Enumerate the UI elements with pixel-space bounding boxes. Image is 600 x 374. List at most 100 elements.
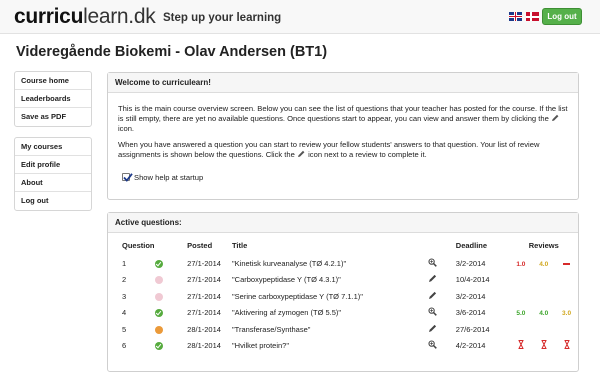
pencil-icon[interactable] xyxy=(428,274,437,285)
review-cell[interactable] xyxy=(510,338,533,355)
question-number: 3 xyxy=(122,291,127,301)
status-cell xyxy=(154,321,188,338)
show-help-checkbox[interactable] xyxy=(122,173,133,182)
table-row[interactable]: 6 28/1-2014 "Hvilket protein?" 4/2-2014 xyxy=(108,338,578,355)
question-title: "Serine carboxypeptidase Y (TØ 7.1.1)" xyxy=(231,291,363,301)
pencil-icon[interactable] xyxy=(428,324,437,335)
welcome-text: icon next to a review to complete it. xyxy=(308,150,427,159)
welcome-text: This is the main course overview screen.… xyxy=(118,104,568,123)
table-row[interactable]: 5 28/1-2014 "Transferase/Synthase" 27/6-201… xyxy=(108,321,578,338)
action-cell xyxy=(428,272,456,289)
review-score[interactable]: 4.0 xyxy=(539,261,548,268)
hourglass-icon[interactable] xyxy=(518,340,524,351)
sidebar-item-my-courses[interactable]: My courses xyxy=(15,138,91,156)
review-cell[interactable] xyxy=(532,338,555,355)
logo[interactable]: curriculearn.dk xyxy=(14,5,156,29)
col-status xyxy=(155,235,188,255)
pencil-icon xyxy=(551,114,560,122)
action-cell xyxy=(428,321,456,338)
question-title: "Aktivering af zymogen (TØ 5.5)" xyxy=(231,308,342,318)
action-cell xyxy=(428,305,456,322)
review-cell[interactable] xyxy=(555,338,578,355)
status-part-icon xyxy=(154,325,163,334)
sidebar-course-nav: Course home Leaderboards Save as PDF xyxy=(14,71,92,127)
col-posted: Posted xyxy=(187,240,213,250)
review-cell[interactable]: 1.0 xyxy=(510,255,533,272)
review-cell xyxy=(510,272,533,289)
table-header-row: Question Posted Title Deadline Reviews xyxy=(108,235,578,255)
sidebar-account-nav: My courses Edit profile About Log out xyxy=(14,137,92,211)
logout-button[interactable]: Log out xyxy=(542,8,582,25)
sidebar-item-edit-profile[interactable]: Edit profile xyxy=(15,156,91,174)
action-cell xyxy=(428,255,456,272)
active-questions-title: Active questions: xyxy=(108,213,578,233)
show-help-label: Show help at startup xyxy=(134,173,204,182)
review-cell xyxy=(532,321,555,338)
sidebar-item-save-as-pdf[interactable]: Save as PDF xyxy=(15,108,91,126)
status-done-icon xyxy=(154,342,163,351)
review-score[interactable]: 3.0 xyxy=(562,310,571,317)
posted-date: 28/1-2014 xyxy=(187,324,221,334)
table-row[interactable]: 1 27/1-2014 "Kinetisk kurveanalyse (TØ 4.2… xyxy=(108,255,578,272)
review-cell[interactable]: 5.0 xyxy=(510,305,533,322)
magnifier-icon[interactable] xyxy=(428,258,437,269)
review-cell xyxy=(555,288,578,305)
table-row[interactable]: 2 27/1-2014 "Carboxypeptidase Y (TØ 4.3.1)… xyxy=(108,272,578,289)
table-row[interactable]: 3 27/1-2014 "Serine carboxypeptidase Y (TØ… xyxy=(108,288,578,305)
review-cell xyxy=(510,321,533,338)
logo-rest: learn.dk xyxy=(83,5,156,28)
status-done-icon xyxy=(154,309,163,318)
welcome-paragraph-2: When you have answered a question you ca… xyxy=(118,140,568,160)
magnifier-icon[interactable] xyxy=(428,307,437,318)
review-score[interactable]: 1.0 xyxy=(516,261,525,268)
welcome-body: This is the main course overview screen.… xyxy=(108,93,578,182)
questions-body: 1 27/1-2014 "Kinetisk kurveanalyse (TØ 4.2… xyxy=(108,255,578,354)
show-help-row: Show help at startup xyxy=(122,173,203,183)
welcome-panel: Welcome to curriculearn! This is the mai… xyxy=(107,72,579,200)
pencil-icon[interactable] xyxy=(428,291,437,302)
status-cell xyxy=(154,272,188,289)
deadline-date: 10/4-2014 xyxy=(455,275,490,285)
posted-date: 27/1-2014 xyxy=(187,258,221,268)
sidebar-item-about[interactable]: About xyxy=(15,174,91,192)
deadline-date: 3/2-2014 xyxy=(455,291,486,301)
col-reviews: Reviews xyxy=(528,240,559,250)
hourglass-icon[interactable] xyxy=(541,340,547,351)
questions-table: Question Posted Title Deadline Reviews 1… xyxy=(108,235,578,354)
flag-uk-icon[interactable] xyxy=(509,12,522,21)
question-title: "Kinetisk kurveanalyse (TØ 4.2.1)" xyxy=(231,258,347,268)
question-number: 4 xyxy=(122,308,127,318)
sidebar-item-log-out[interactable]: Log out xyxy=(15,192,91,210)
question-title: "Hvilket protein?" xyxy=(231,341,289,351)
col-title: Title xyxy=(231,240,248,250)
review-cell xyxy=(555,272,578,289)
top-bar: curriculearn.dk Step up your learning Lo… xyxy=(0,0,600,34)
deadline-date: 27/6-2014 xyxy=(455,324,490,334)
action-cell xyxy=(428,288,456,305)
review-missing-icon xyxy=(563,262,571,265)
welcome-paragraph-1: This is the main course overview screen.… xyxy=(118,104,568,134)
sidebar-item-course-home[interactable]: Course home xyxy=(15,72,91,90)
welcome-text: icon. xyxy=(118,124,135,133)
review-score[interactable]: 4.0 xyxy=(539,310,548,317)
active-questions-panel: Active questions: Question Posted Title … xyxy=(107,212,579,372)
status-cell xyxy=(154,305,188,322)
review-cell[interactable] xyxy=(555,255,578,272)
question-title: "Transferase/Synthase" xyxy=(231,324,311,334)
table-row[interactable]: 4 27/1-2014 "Aktivering af zymogen (TØ 5.5… xyxy=(108,305,578,322)
sidebar-item-leaderboards[interactable]: Leaderboards xyxy=(15,90,91,108)
posted-date: 27/1-2014 xyxy=(187,308,221,318)
review-cell[interactable]: 4.0 xyxy=(532,305,555,322)
col-question: Question xyxy=(122,240,155,250)
hourglass-icon[interactable] xyxy=(564,340,570,351)
magnifier-icon[interactable] xyxy=(428,340,437,351)
page-title: Videregående Biokemi - Olav Andersen (BT… xyxy=(16,44,328,60)
posted-date: 28/1-2014 xyxy=(187,341,221,351)
review-cell[interactable]: 3.0 xyxy=(555,305,578,322)
review-score[interactable]: 5.0 xyxy=(516,310,525,317)
col-deadline: Deadline xyxy=(455,240,488,250)
deadline-date: 4/2-2014 xyxy=(455,341,486,351)
review-cell[interactable]: 4.0 xyxy=(532,255,555,272)
flag-dk-icon[interactable] xyxy=(526,12,539,21)
action-cell xyxy=(428,338,456,355)
